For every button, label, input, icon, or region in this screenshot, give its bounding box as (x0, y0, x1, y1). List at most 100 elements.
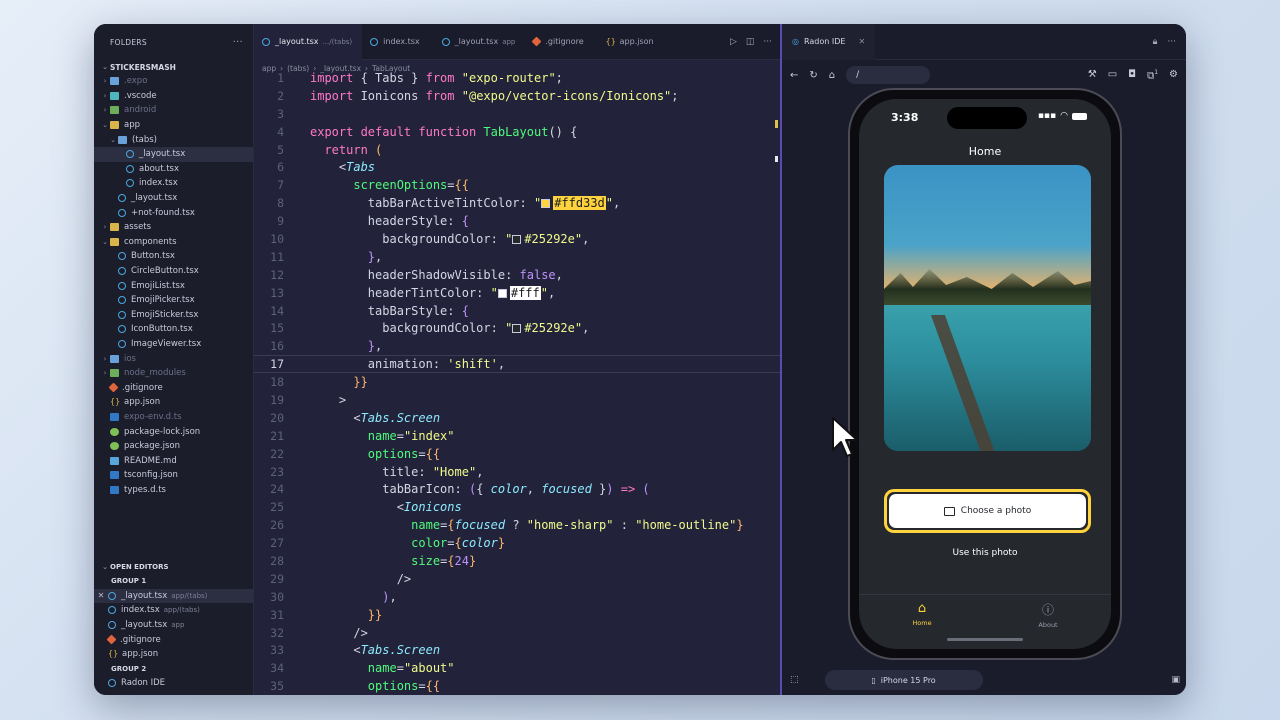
open-editor-item[interactable]: .gitignore (94, 632, 254, 647)
url-input[interactable]: / (846, 66, 931, 84)
app-header-title: Home (968, 145, 1002, 158)
tree-file[interactable]: _layout.tsx (94, 146, 253, 162)
open-editor-item[interactable]: index.tsx app/(tabs) (94, 603, 254, 618)
phone-frame: 3:38 ▪▪▪ ◠ Home Choose a photo Use this … (848, 88, 1122, 660)
tree-file[interactable]: Button.tsx (94, 249, 253, 264)
tree-item-label: components (124, 236, 177, 247)
project-root[interactable]: ⌄ STICKERSMASH (94, 60, 253, 74)
folder-icon (110, 237, 119, 246)
code-line: 31 }} (270, 607, 383, 622)
close-icon[interactable]: ✕ (94, 591, 108, 600)
open-editor-label: .gitignore (120, 634, 161, 645)
split-editor-icon[interactable]: ◫ (746, 37, 755, 47)
editor-tab-path: .../(tabs) (322, 37, 353, 46)
code-area[interactable]: 1 import { Tabs } from "expo-router"; 2 im… (254, 69, 780, 695)
tree-folder[interactable]: › ios (94, 351, 253, 366)
tree-file[interactable]: EmojiList.tsx (94, 278, 253, 293)
editor-tab[interactable]: {} app.json (598, 24, 668, 60)
gear-icon[interactable]: ⚙ (1169, 69, 1178, 80)
editor-tabs: _layout.tsx .../(tabs) index.tsx _layout.ts… (254, 24, 668, 60)
radon-tab-label: Radon IDE (803, 37, 846, 46)
info-icon: ⓘ (1041, 603, 1054, 617)
tree-file[interactable]: CircleButton.tsx (94, 264, 253, 279)
tree-file[interactable]: README.md (94, 453, 253, 468)
home-icon[interactable]: ⌂ (829, 70, 835, 81)
editor-tab[interactable]: .gitignore (525, 24, 597, 60)
tree-item-label: app.json (124, 397, 161, 408)
use-photo-button[interactable]: Use this photo (859, 548, 1111, 558)
tree-folder[interactable]: › .vscode (94, 89, 253, 104)
code-line: 12 headerShadowVisible: false, (270, 267, 563, 282)
tab-home-label: Home (912, 619, 932, 627)
code-line: 4 export default function TabLayout() { (277, 124, 578, 139)
code-line: 29 /> (270, 571, 412, 586)
editor-tab[interactable]: _layout.tsx app (434, 24, 526, 60)
devices-icon[interactable]: ⧉1 (1147, 69, 1158, 81)
inspect-icon[interactable]: ⬚ (790, 675, 799, 685)
tree-file[interactable]: package.json (94, 439, 253, 454)
phone-screen[interactable]: 3:38 ▪▪▪ ◠ Home Choose a photo Use this … (859, 99, 1111, 649)
close-icon[interactable]: ✕ (858, 37, 865, 46)
more-actions-icon[interactable]: ··· (763, 37, 772, 47)
tree-item-label: Button.tsx (131, 251, 175, 262)
chevron-down-icon: ⌄ (102, 63, 108, 71)
mouse-cursor-icon (832, 417, 857, 457)
code-line: 22 options={{ (270, 446, 441, 461)
camera-icon[interactable]: ◘ (1128, 69, 1136, 80)
tree-file[interactable]: package-lock.json (94, 424, 253, 439)
chevron-right-icon: › (103, 354, 107, 363)
tree-file[interactable]: tsconfig.json (94, 468, 253, 483)
tree-file[interactable]: index.tsx (94, 176, 253, 191)
tools-icon[interactable]: ⚒ (1088, 69, 1097, 80)
tree-file[interactable]: ImageViewer.tsx (94, 337, 253, 352)
open-editor-label: _layout.tsx (121, 620, 168, 631)
react-file-icon (108, 621, 116, 630)
group-2-list: Radon IDE (94, 676, 254, 691)
back-icon[interactable]: ← (790, 70, 798, 81)
tree-folder[interactable]: ⌄ (tabs) (94, 132, 253, 147)
group-1-header[interactable]: GROUP 1 (94, 574, 254, 589)
tree-file[interactable]: types.d.ts (94, 483, 253, 498)
tree-file[interactable]: IconButton.tsx (94, 322, 253, 337)
reload-icon[interactable]: ↻ (809, 70, 817, 81)
screenshot-icon[interactable]: ▣ (1171, 675, 1180, 685)
editor-tab[interactable]: index.tsx (362, 24, 433, 60)
tree-file[interactable]: EmojiPicker.tsx (94, 293, 253, 308)
editor-tab-path: app (502, 37, 516, 46)
more-actions-icon[interactable]: ··· (1167, 37, 1176, 47)
tree-folder[interactable]: › .expo (94, 74, 253, 89)
open-editors-header[interactable]: ⌄ OPEN EDITORS (94, 560, 254, 574)
tree-file[interactable]: _layout.tsx (94, 191, 253, 206)
device-selector[interactable]: ▯ iPhone 15 Pro (824, 670, 983, 690)
tree-folder[interactable]: ⌄ app (94, 118, 253, 133)
lock-icon[interactable]: 🔒︎ (1153, 37, 1158, 47)
react-file-icon (441, 37, 450, 46)
code-line: 19 > (270, 392, 347, 407)
open-editor-item[interactable]: ✕ _layout.tsx app/(tabs) (94, 588, 254, 604)
tree-folder[interactable]: › android (94, 103, 253, 118)
editor-tab[interactable]: _layout.tsx .../(tabs) (254, 24, 363, 60)
open-editor-item[interactable]: {} app.json (94, 647, 254, 662)
tree-file[interactable]: expo-env.d.ts (94, 410, 253, 425)
tree-folder[interactable]: › assets (94, 220, 253, 235)
choose-photo-button[interactable]: Choose a photo (884, 489, 1091, 533)
chevron-down-icon: ⌄ (102, 563, 108, 571)
run-icon[interactable]: ▷ (730, 37, 737, 47)
tree-folder[interactable]: ⌄ components (94, 235, 253, 250)
tree-item-label: .vscode (124, 90, 157, 101)
tree-file[interactable]: {} app.json (94, 395, 253, 410)
tree-item-label: EmojiSticker.tsx (131, 309, 199, 320)
open-editor-item[interactable]: Radon IDE (94, 676, 254, 691)
group-2-header[interactable]: GROUP 2 (94, 662, 254, 677)
tree-file[interactable]: EmojiSticker.tsx (94, 308, 253, 323)
tree-file[interactable]: .gitignore (94, 380, 253, 395)
open-editor-item[interactable]: _layout.tsx app (94, 618, 254, 633)
chevron-down-icon: ⌄ (110, 135, 116, 144)
tree-folder[interactable]: › node_modules (94, 366, 253, 381)
more-icon[interactable]: ··· (233, 37, 243, 48)
record-icon[interactable]: ▭ (1108, 69, 1117, 80)
tree-file[interactable]: +not-found.tsx (94, 205, 253, 220)
code-line: 33 <Tabs.Screen (270, 643, 441, 658)
tree-file[interactable]: about.tsx (94, 162, 253, 177)
tab-radon-ide[interactable]: ◎ Radon IDE ✕ (782, 24, 876, 60)
